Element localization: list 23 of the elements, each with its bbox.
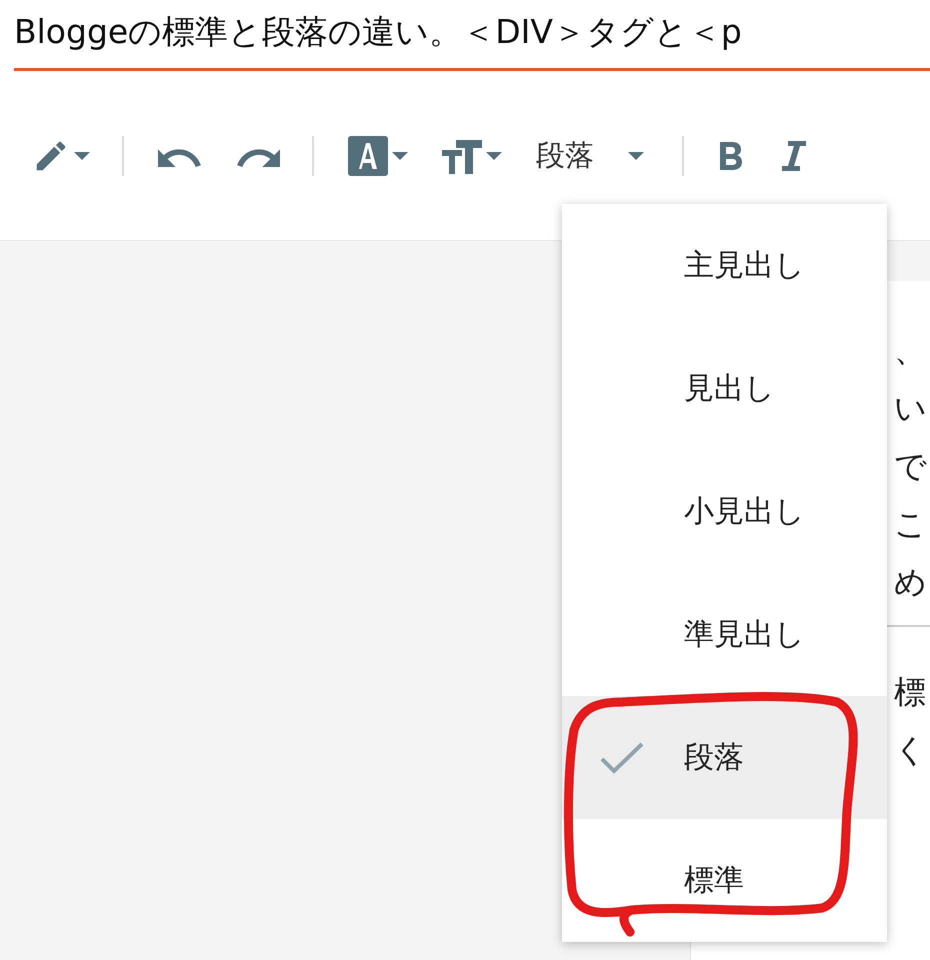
body-text: め — [894, 562, 928, 603]
menu-item[interactable]: 標準 — [562, 819, 887, 942]
menu-item[interactable]: 小見出し — [562, 450, 887, 573]
body-text: で — [894, 446, 928, 487]
caret-icon — [628, 152, 644, 160]
body-text: く — [894, 730, 928, 771]
menu-item[interactable]: 見出し — [562, 327, 887, 450]
body-text: 標 — [894, 672, 927, 713]
menu-item[interactable]: 準見出し — [562, 573, 887, 696]
body-text: 、 — [894, 330, 927, 371]
caret-icon — [392, 152, 408, 160]
caret-icon — [74, 152, 90, 160]
body-text: い — [894, 388, 928, 429]
menu-item[interactable]: 段落 — [562, 696, 887, 819]
body-text: こ — [894, 504, 928, 545]
paragraph-format-dropdown[interactable]: 段落 — [526, 130, 654, 182]
text-color-icon — [348, 136, 388, 176]
italic-icon — [780, 140, 806, 170]
check-icon — [600, 740, 644, 774]
caret-icon — [486, 152, 502, 160]
title-field[interactable]: Bloggeの標準と段落の違い。＜DIV＞タグと＜p — [14, 0, 930, 71]
menu-item[interactable]: 主見出し — [562, 204, 887, 327]
font-size-icon — [442, 138, 482, 174]
